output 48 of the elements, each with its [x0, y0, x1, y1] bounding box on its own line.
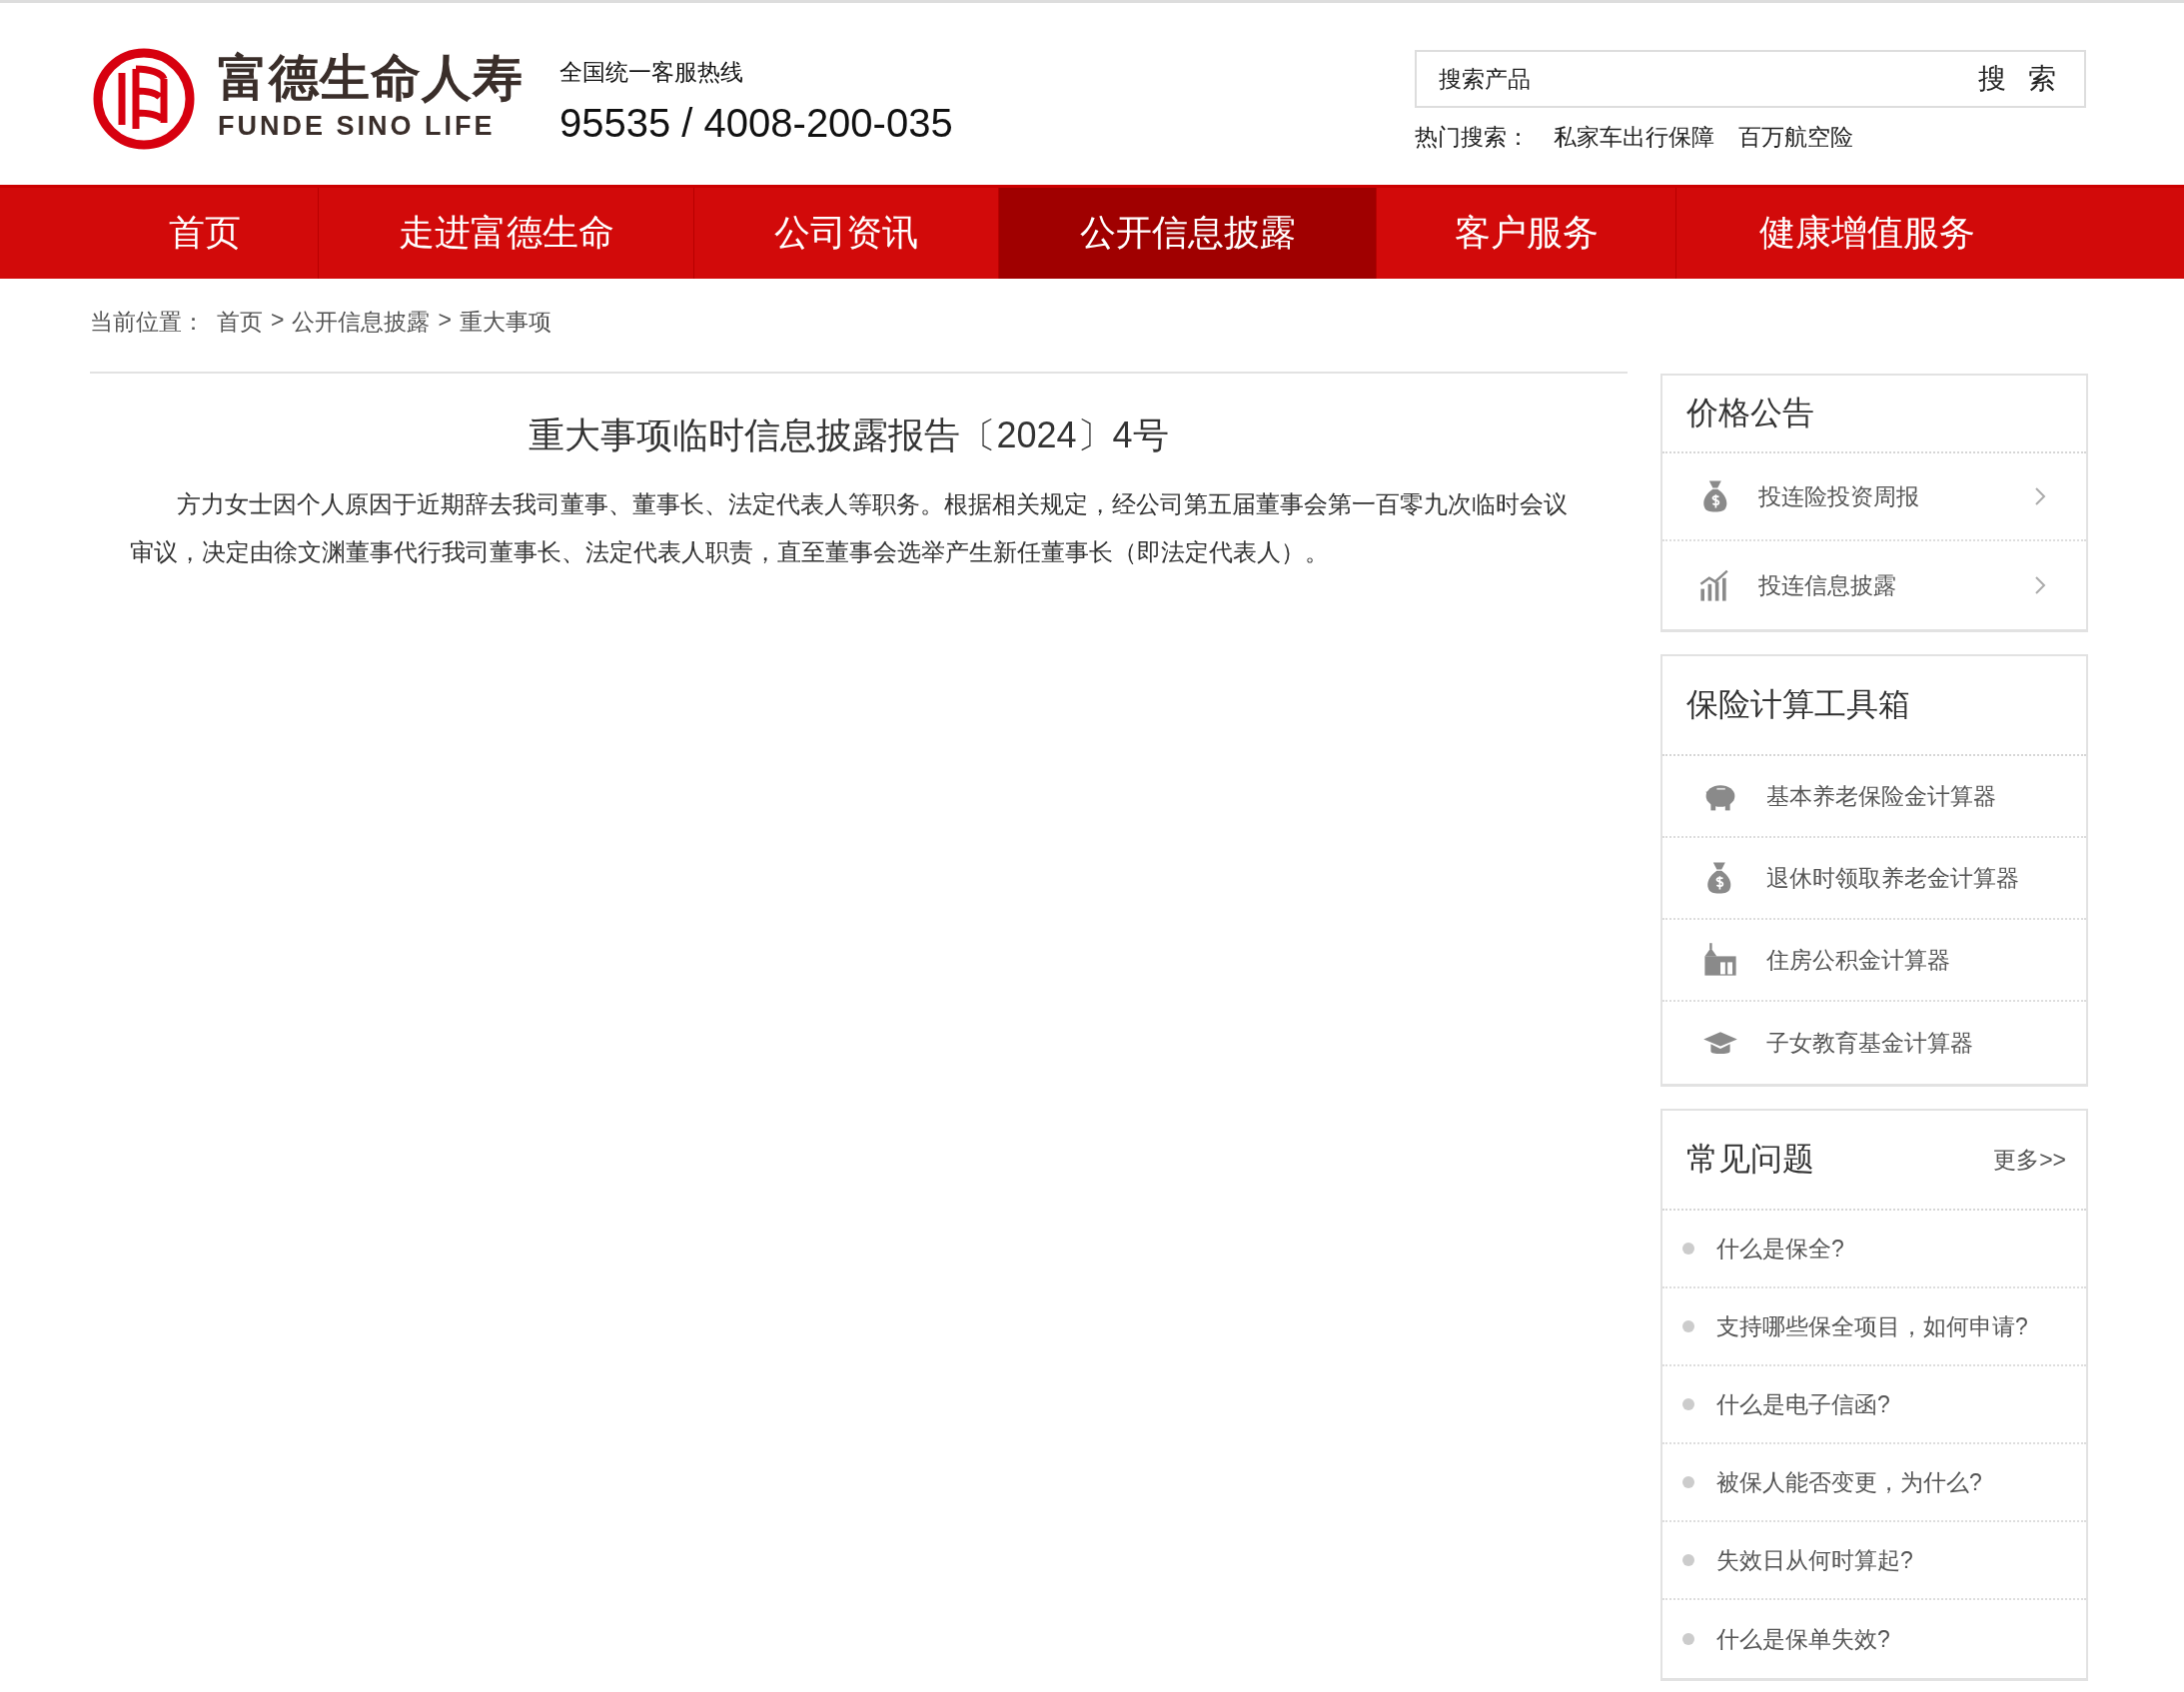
- bullet-icon: [1682, 1633, 1694, 1645]
- hot-search-link[interactable]: 百万航空险: [1738, 122, 1853, 153]
- nav-tab[interactable]: 客户服务: [1377, 188, 1676, 279]
- hotline-label: 全国统一客服热线: [559, 58, 744, 87]
- hot-search-link[interactable]: 私家车出行保障: [1554, 122, 1714, 153]
- breadcrumb-link[interactable]: 公开信息披露: [292, 307, 431, 372]
- search-field[interactable]: 搜索产品 搜 索: [1415, 50, 2086, 108]
- more-link[interactable]: 更多>>: [1993, 1144, 2066, 1176]
- article-paragraph: 方力女士因个人原因于近期辞去我司董事、董事长、法定代表人等职务。根据相关规定，经公司第五届董事会第一百零九次临时会议审议，决定由徐文渊董事代行我司董事长、法定代表人职责，直至董事会选举产生新任董事长（即法定代表人）。: [130, 490, 1568, 567]
- nav-tab[interactable]: 健康增值服务: [1676, 188, 2058, 279]
- hot-search-label: 热门搜索：: [1415, 123, 1530, 152]
- nav-tab[interactable]: 公开信息披露: [999, 188, 1377, 279]
- bullet-icon: [1682, 1243, 1694, 1255]
- article-title: 重大事项临时信息披露报告〔2024〕4号: [528, 414, 1170, 457]
- breadcrumb-label: 当前位置：: [90, 308, 205, 337]
- breadcrumb-separator: >: [438, 307, 452, 335]
- faq-link[interactable]: 失效日从何时算起?: [1716, 1544, 1913, 1576]
- sidebar-link[interactable]: 投连险投资周报: [1662, 453, 2086, 541]
- bullet-icon: [1682, 1398, 1694, 1410]
- bullet-icon: [1682, 1554, 1694, 1566]
- sidebar-link[interactable]: 投连信息披露: [1662, 541, 2086, 629]
- chevron-right-icon: [2034, 575, 2046, 595]
- calculator-link[interactable]: 基本养老保险金计算器: [1662, 756, 2086, 838]
- calculator-link[interactable]: 子女教育基金计算器: [1662, 1002, 2086, 1084]
- calculator-link[interactable]: 住房公积金计算器: [1662, 920, 2086, 1002]
- faq-link[interactable]: 什么是保全?: [1716, 1233, 1844, 1265]
- card-title: 保险计算工具箱: [1686, 685, 1910, 724]
- breadcrumb-link[interactable]: 首页: [217, 307, 263, 372]
- faq-link[interactable]: 支持哪些保全项目，如何申请?: [1716, 1310, 2028, 1342]
- breadcrumb-link[interactable]: 重大事项: [459, 307, 551, 372]
- card-title: 常见问题: [1686, 1140, 1814, 1179]
- chevron-right-icon: [2034, 486, 2046, 506]
- faq-link[interactable]: 被保人能否变更，为什么?: [1716, 1466, 1982, 1498]
- faq-link[interactable]: 什么是保单失效?: [1716, 1623, 1890, 1655]
- hotline-number: 95535 / 4008-200-035: [559, 100, 953, 147]
- logo-tagline: FUNDE SINO LIFE: [218, 110, 497, 143]
- logo-wordmark: 富德生命人寿: [218, 47, 524, 109]
- search-button[interactable]: 搜 索: [1970, 60, 2064, 98]
- logo-emblem-icon: [92, 47, 196, 151]
- bullet-icon: [1682, 1476, 1694, 1488]
- breadcrumb-separator: >: [271, 307, 285, 335]
- calculator-link[interactable]: 退休时领取养老金计算器: [1662, 838, 2086, 920]
- nav-tab[interactable]: 走进富德生命: [319, 188, 694, 279]
- house-icon: [1702, 942, 1738, 978]
- nav-tab[interactable]: 首页: [92, 188, 319, 279]
- card-title: 价格公告: [1686, 394, 1814, 432]
- faq-link[interactable]: 什么是电子信函?: [1716, 1388, 1890, 1420]
- bullet-icon: [1682, 1320, 1694, 1332]
